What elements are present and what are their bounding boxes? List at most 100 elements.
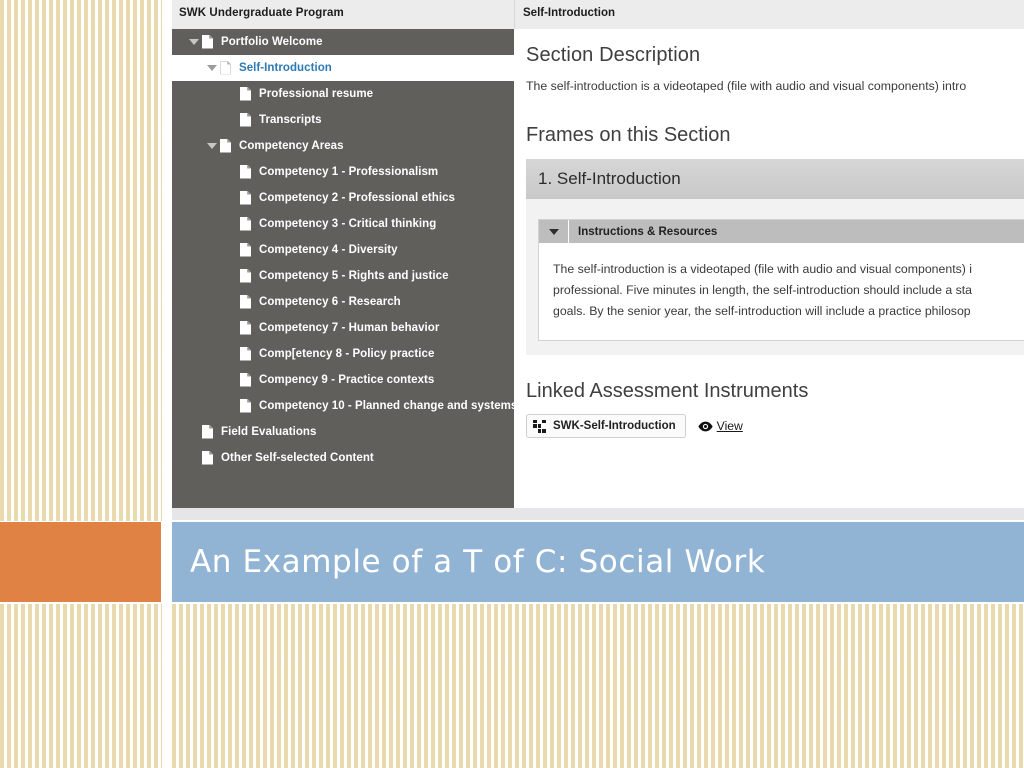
- chevron-down-icon[interactable]: [186, 29, 202, 55]
- tree-item-compency-9-practice-contexts[interactable]: Compency 9 - Practice contexts: [172, 367, 514, 393]
- tree-item-competency-2-professional-ethics[interactable]: Competency 2 - Professional ethics: [172, 185, 514, 211]
- slide-title-banner: An Example of a T of C: Social Work: [172, 522, 1024, 602]
- tree-item-self-introduction[interactable]: Self-Introduction: [172, 55, 514, 81]
- tree-item-label: Self-Introduction: [239, 62, 332, 74]
- tree-item-label: Competency 6 - Research: [259, 296, 401, 308]
- portfolio-tree[interactable]: Portfolio Welcome Self-Introduction Profes…: [172, 29, 514, 508]
- tree-item-professional-resume[interactable]: Professional resume: [172, 81, 514, 107]
- linked-assessment-row: SWK-Self-Introduction View: [526, 414, 1024, 438]
- tree-item-competency-areas[interactable]: Competency Areas: [172, 133, 514, 159]
- tree-twisty-placeholder: [224, 237, 240, 263]
- tree-twisty-placeholder: [224, 159, 240, 185]
- tree-twisty-placeholder: [224, 81, 240, 107]
- chevron-down-icon[interactable]: [204, 55, 220, 81]
- tree-item-portfolio-welcome[interactable]: Portfolio Welcome: [172, 29, 514, 55]
- tree-item-competency-4-diversity[interactable]: Competency 4 - Diversity: [172, 237, 514, 263]
- instructions-accordion-body: The self-introduction is a videotaped (f…: [539, 243, 1024, 340]
- panel-bottom-strip: [172, 508, 1024, 520]
- tree-twisty-placeholder: [224, 393, 240, 419]
- slide-title: An Example of a T of C: Social Work: [190, 544, 766, 580]
- tree-item-label: Competency 4 - Diversity: [259, 244, 398, 256]
- instructions-line-3: goals. By the senior year, the self-intr…: [553, 304, 971, 318]
- tree-twisty-placeholder: [224, 289, 240, 315]
- orange-accent-block: [0, 522, 161, 602]
- tree-item-label: Competency 10 - Planned change and syste…: [259, 400, 514, 412]
- tree-item-label: Competency 5 - Rights and justice: [259, 270, 449, 282]
- instrument-chip[interactable]: SWK-Self-Introduction: [526, 414, 686, 438]
- tree-item-label: Competency 2 - Professional ethics: [259, 192, 455, 204]
- tree-twisty-placeholder: [224, 341, 240, 367]
- tree-item-competency-10-planned-change-and-systems[interactable]: Competency 10 - Planned change and syste…: [172, 393, 514, 419]
- document-icon: [240, 295, 253, 310]
- background-texture-left: [0, 0, 162, 521]
- tree-item-label: Other Self-selected Content: [221, 452, 374, 464]
- tree-twisty-placeholder: [224, 263, 240, 289]
- instructions-accordion-header[interactable]: Instructions & Resources: [539, 220, 1024, 243]
- instructions-accordion[interactable]: Instructions & Resources The self-introd…: [538, 219, 1024, 341]
- tree-item-label: Comp[etency 8 - Policy practice: [259, 348, 435, 360]
- document-icon: [240, 243, 253, 258]
- chevron-down-icon[interactable]: [539, 220, 569, 243]
- view-link-label: View: [716, 419, 743, 433]
- document-icon: [202, 35, 215, 50]
- tree-item-field-evaluations[interactable]: Field Evaluations: [172, 419, 514, 445]
- section-description-heading: Section Description: [526, 44, 701, 66]
- document-icon: [240, 217, 253, 232]
- document-icon: [240, 269, 253, 284]
- frame-card-title: 1. Self-Introduction: [526, 159, 1024, 199]
- linked-assessment-heading: Linked Assessment Instruments: [526, 380, 809, 402]
- instructions-line-2: professional. Five minutes in length, th…: [553, 283, 973, 297]
- instructions-accordion-label: Instructions & Resources: [578, 225, 718, 238]
- document-icon: [240, 321, 253, 336]
- instrument-label: SWK-Self-Introduction: [553, 420, 676, 432]
- tree-item-competency-6-research[interactable]: Competency 6 - Research: [172, 289, 514, 315]
- document-icon: [240, 191, 253, 206]
- background-texture-bottom: [172, 604, 1024, 768]
- tree-twisty-placeholder: [186, 419, 202, 445]
- tree-item-label: Portfolio Welcome: [221, 36, 323, 48]
- section-title-breadcrumb: Self-Introduction: [514, 0, 1024, 29]
- tree-twisty-placeholder: [224, 211, 240, 237]
- document-icon: [240, 113, 253, 128]
- tree-item-label: Competency Areas: [239, 140, 344, 152]
- tree-item-competency-1-professionalism[interactable]: Competency 1 - Professionalism: [172, 159, 514, 185]
- document-icon: [220, 61, 233, 76]
- application-window: SWK Undergraduate Program Self-Introduct…: [172, 0, 1024, 520]
- tree-item-competency-3-critical-thinking[interactable]: Competency 3 - Critical thinking: [172, 211, 514, 237]
- tree-twisty-placeholder: [224, 315, 240, 341]
- view-link[interactable]: View: [698, 419, 743, 433]
- tree-item-competency-7-human-behavior[interactable]: Competency 7 - Human behavior: [172, 315, 514, 341]
- document-icon: [220, 139, 233, 154]
- document-icon: [202, 451, 215, 466]
- tree-twisty-placeholder: [224, 185, 240, 211]
- instructions-line-1: The self-introduction is a videotaped (f…: [553, 262, 973, 276]
- tree-item-label: Competency 3 - Critical thinking: [259, 218, 437, 230]
- chevron-down-icon[interactable]: [204, 133, 220, 159]
- tree-item-transcripts[interactable]: Transcripts: [172, 107, 514, 133]
- tree-item-label: Professional resume: [259, 88, 374, 100]
- document-icon: [240, 373, 253, 388]
- document-icon: [240, 399, 253, 414]
- eye-icon: [698, 421, 713, 432]
- document-icon: [202, 425, 215, 440]
- document-icon: [240, 87, 253, 102]
- topbar: SWK Undergraduate Program Self-Introduct…: [172, 0, 1024, 29]
- tree-item-competency-5-rights-and-justice[interactable]: Competency 5 - Rights and justice: [172, 263, 514, 289]
- document-icon: [240, 347, 253, 362]
- tree-twisty-placeholder: [224, 367, 240, 393]
- tree-item-label: Compency 9 - Practice contexts: [259, 374, 435, 386]
- frames-heading: Frames on this Section: [526, 124, 731, 146]
- grid-icon: [533, 419, 546, 433]
- tree-item-comp-etency-8-policy-practice[interactable]: Comp[etency 8 - Policy practice: [172, 341, 514, 367]
- tree-item-label: Transcripts: [259, 114, 322, 126]
- frame-card: 1. Self-Introduction Instructions & Reso…: [526, 159, 1024, 355]
- tree-twisty-placeholder: [186, 445, 202, 471]
- section-content-pane: Section Description The self-introductio…: [514, 29, 1024, 508]
- tree-item-label: Field Evaluations: [221, 426, 317, 438]
- document-icon: [240, 165, 253, 180]
- background-texture-left-lower: [0, 604, 162, 768]
- tree-item-label: Competency 1 - Professionalism: [259, 166, 439, 178]
- tree-item-label: Competency 7 - Human behavior: [259, 322, 440, 334]
- tree-item-other-self-selected-content[interactable]: Other Self-selected Content: [172, 445, 514, 471]
- frame-card-body: Instructions & Resources The self-introd…: [526, 199, 1024, 355]
